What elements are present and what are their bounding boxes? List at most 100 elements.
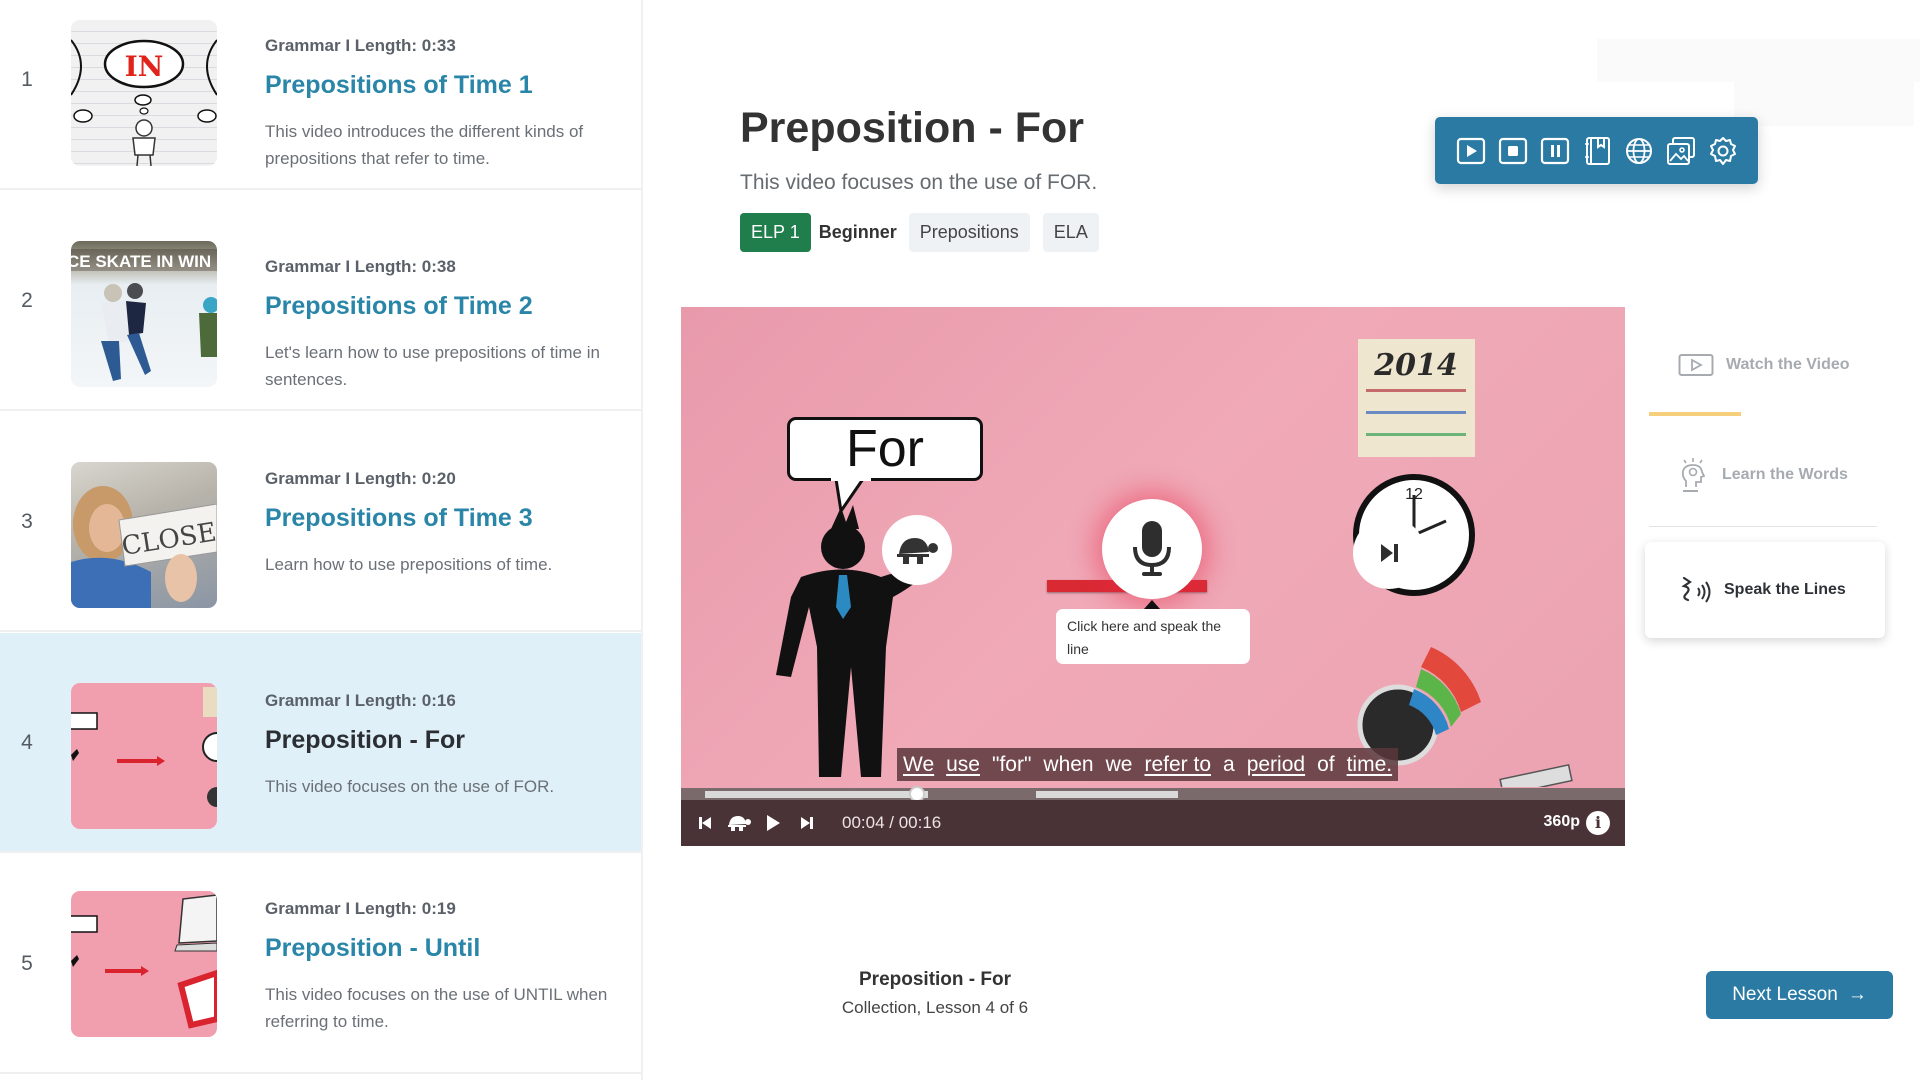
footer-lesson-title: Preposition - For: [859, 969, 1011, 990]
lesson-meta: Grammar I Length: 0:20: [265, 469, 456, 488]
subtitle-word: when: [1043, 752, 1094, 776]
lesson-description: Learn how to use prepositions of time.: [265, 555, 553, 574]
lesson-meta: Grammar I Length: 0:19: [265, 899, 456, 918]
step-speak-lines-active[interactable]: Speak the Lines: [1645, 542, 1885, 638]
slow-playback-button[interactable]: [882, 515, 952, 585]
lesson-list-sidebar: 1 IN Grammar I Length: 0:33 Prepositions…: [0, 0, 643, 1080]
subtitle-word-link[interactable]: period: [1247, 753, 1305, 777]
play-button[interactable]: [756, 806, 790, 840]
top-right-panel: [1597, 39, 1920, 82]
play-icon: [1456, 137, 1486, 164]
subject-tag[interactable]: ELA: [1042, 213, 1099, 252]
toolbar-notebook-button[interactable]: [1581, 135, 1613, 167]
lesson-number: 5: [21, 952, 33, 975]
next-lesson-button[interactable]: Next Lesson →: [1706, 971, 1893, 1019]
lesson-item-4-active[interactable]: 4 Grammar I Length: 0:16 Preposition - F…: [0, 633, 641, 853]
lesson-item-1[interactable]: 1 IN Grammar I Length: 0:33 Prepositions…: [0, 0, 641, 190]
subtitle-word-link[interactable]: time.: [1347, 753, 1393, 777]
skip-previous-icon: [699, 817, 711, 829]
info-button[interactable]: i: [1586, 811, 1610, 835]
subtitle-word-link[interactable]: We: [903, 753, 934, 777]
skip-line-button[interactable]: [1353, 517, 1425, 589]
subtitle-line: We use "for" when we refer to a period of time.: [897, 748, 1399, 781]
toolbar-play-button[interactable]: [1455, 135, 1487, 167]
media-toolbar: [1435, 117, 1758, 184]
footer-lesson-position: Collection, Lesson 4 of 6: [841, 998, 1029, 1017]
until-animation-illustration: [71, 894, 217, 1029]
lesson-description: This video introduces the different kind…: [265, 122, 584, 168]
subtitle-word-link[interactable]: use: [946, 753, 980, 777]
lesson-number: 4: [21, 731, 33, 754]
video-player[interactable]: 2014 12 For Click here and speak the lin…: [681, 307, 1625, 846]
lesson-thumbnail[interactable]: [71, 683, 217, 829]
lesson-title-link[interactable]: Prepositions of Time 3: [265, 504, 533, 533]
slow-speed-button[interactable]: [722, 806, 756, 840]
lesson-item-5[interactable]: 5 Grammar I Length: 0:19 Preposition - U…: [0, 854, 641, 1074]
video-progress-bar[interactable]: [681, 786, 1625, 802]
progress-buffered-segment: [1035, 791, 1178, 798]
lesson-item-2[interactable]: 2 CE SKATE IN WIN Grammar I Length: 0:38…: [0, 191, 641, 411]
lesson-title-link[interactable]: Preposition - Until: [265, 934, 480, 963]
speaking-head-icon: [1681, 576, 1711, 603]
subtitle-word-link[interactable]: refer to: [1144, 753, 1211, 777]
toolbar-language-button[interactable]: [1623, 135, 1655, 167]
turtle-icon: [728, 816, 751, 831]
quality-selector[interactable]: 360p: [1544, 813, 1580, 831]
level-name-label: Beginner: [818, 222, 897, 242]
step-progress-indicator: [1649, 412, 1741, 416]
lesson-thumbnail[interactable]: CLOSE: [71, 462, 217, 608]
progress-buffered-segment: [704, 791, 929, 798]
gear-icon: [1710, 136, 1736, 165]
step-watch-video[interactable]: Watch the Video: [1645, 330, 1890, 400]
arrow-right-icon: →: [1847, 984, 1867, 1005]
record-microphone-button[interactable]: [1102, 499, 1202, 599]
lesson-description: This video focuses on the use of FOR.: [265, 777, 555, 796]
page-title: Preposition - For: [740, 104, 1084, 152]
stop-icon: [1498, 137, 1528, 164]
globe-icon: [1626, 137, 1652, 164]
subtitle-word: of: [1317, 752, 1335, 776]
closed-sign-illustration: CLOSE: [71, 486, 217, 608]
ice-skating-illustration: CE SKATE IN WIN: [71, 249, 217, 381]
toolbar-pause-button[interactable]: [1539, 135, 1571, 167]
toolbar-stop-button[interactable]: [1497, 135, 1529, 167]
lesson-thumbnail[interactable]: CE SKATE IN WIN: [71, 241, 217, 387]
lesson-description: Let's learn how to use prepositions of t…: [265, 343, 600, 389]
lesson-description: This video focuses on the use of UNTIL w…: [265, 985, 608, 1031]
thought-bubble-illustration: IN: [71, 39, 217, 166]
next-lesson-label: Next Lesson: [1732, 984, 1838, 1005]
step-label: Watch the Video: [1726, 356, 1850, 373]
previous-line-button[interactable]: [688, 806, 722, 840]
lesson-number: 3: [21, 510, 33, 533]
thumb-skate-text: CE SKATE IN WIN: [71, 252, 211, 271]
pause-icon: [1540, 137, 1570, 164]
lesson-meta: Grammar I Length: 0:16: [265, 691, 456, 710]
lesson-tags: ELP 1 Beginner Prepositions ELA: [740, 213, 1112, 252]
next-line-button[interactable]: [790, 806, 824, 840]
time-display: 00:04 / 00:16: [842, 813, 942, 832]
step-divider: [1649, 526, 1877, 527]
step-learn-words[interactable]: Learn the Words: [1645, 440, 1890, 510]
video-controls: 00:04 / 00:16 360p i: [681, 800, 1625, 846]
lesson-title-active[interactable]: Preposition - For: [265, 726, 465, 755]
lightbulb-head-icon: [1681, 458, 1706, 492]
lesson-thumbnail[interactable]: [71, 891, 217, 1037]
lesson-page: 1 IN Grammar I Length: 0:33 Prepositions…: [0, 0, 1920, 1080]
lesson-title-link[interactable]: Prepositions of Time 1: [265, 71, 533, 100]
topic-tag[interactable]: Prepositions: [908, 213, 1030, 252]
lesson-thumbnail[interactable]: IN: [71, 20, 217, 166]
microphone-icon: [1133, 521, 1171, 576]
lesson-title-link[interactable]: Prepositions of Time 2: [265, 292, 533, 321]
image-gallery-icon: [1667, 136, 1695, 165]
play-icon: [767, 815, 780, 831]
for-animation-illustration: [71, 687, 217, 807]
toolbar-settings-button[interactable]: [1707, 135, 1739, 167]
lesson-meta: Grammar I Length: 0:33: [265, 36, 456, 55]
lesson-number: 1: [21, 68, 33, 91]
lesson-meta: Grammar I Length: 0:38: [265, 257, 456, 276]
toolbar-images-button[interactable]: [1665, 135, 1697, 167]
thumb-in-text: IN: [125, 50, 164, 83]
speech-bubble: For: [787, 417, 983, 481]
lesson-item-3[interactable]: 3 CLOSE Grammar I Length: 0:20 Prepositi…: [0, 412, 641, 632]
subtitle-word: we: [1105, 752, 1133, 776]
